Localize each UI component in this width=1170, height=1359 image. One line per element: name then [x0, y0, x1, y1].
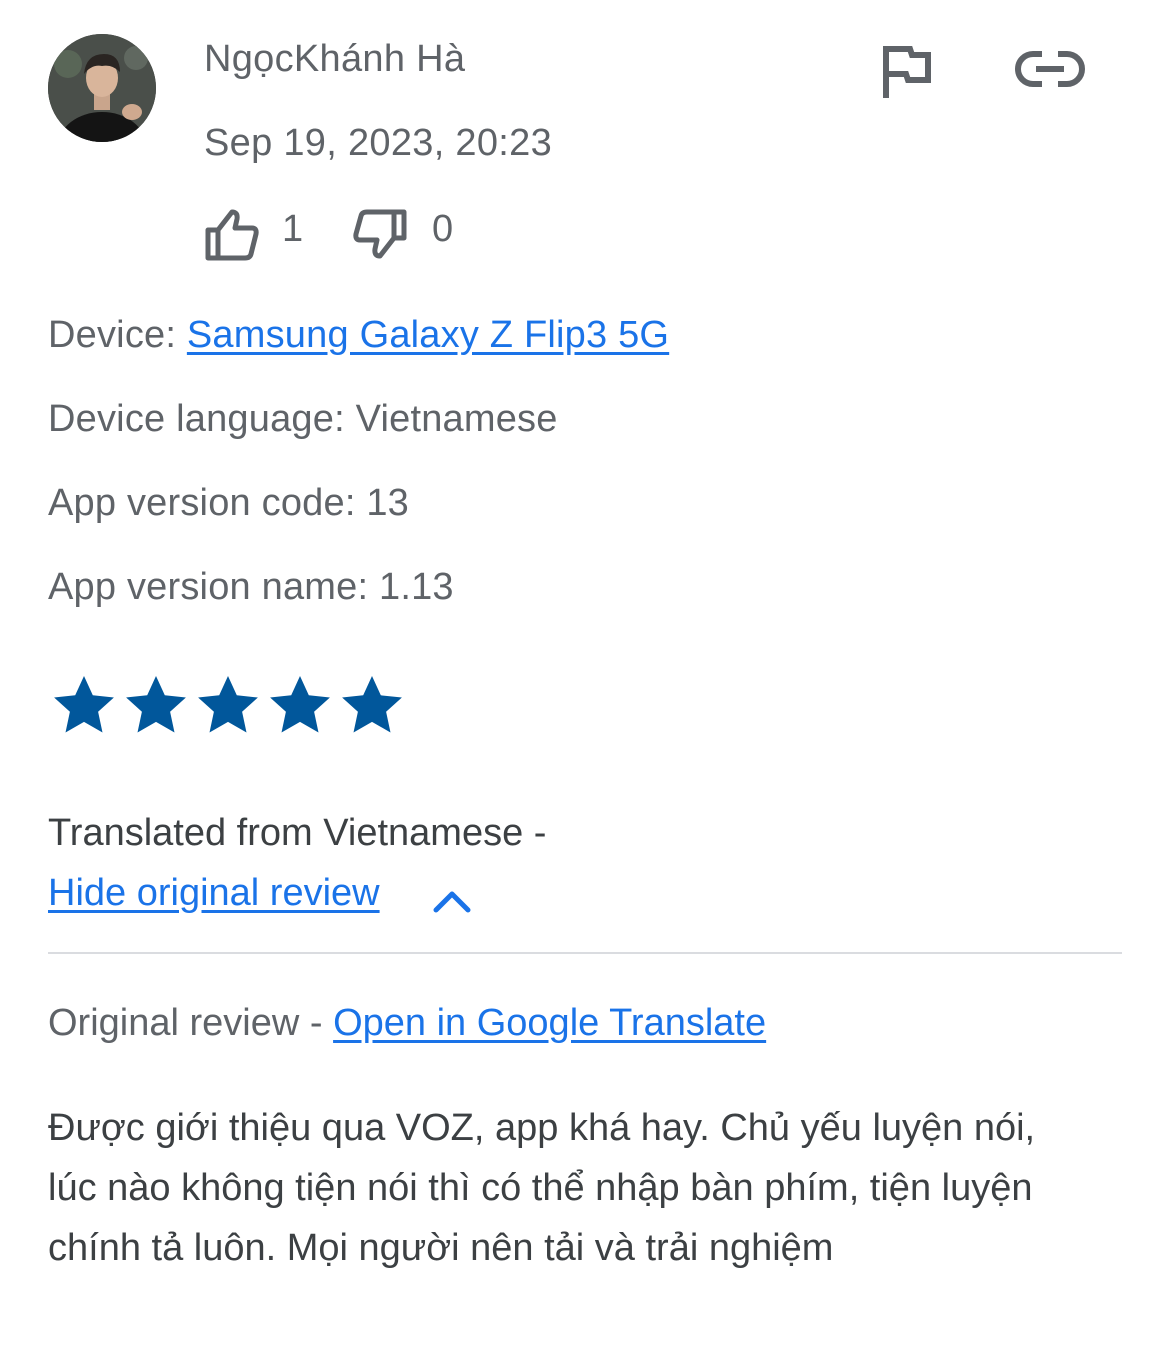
device-language: Device language: Vietnamese — [48, 398, 558, 440]
device-label: Device: — [48, 314, 187, 356]
divider — [48, 952, 1122, 954]
review-date: Sep 19, 2023, 20:23 — [204, 122, 552, 164]
thumbs-up-button[interactable]: 1 — [204, 202, 314, 262]
thumbs-down-button[interactable]: 0 — [352, 202, 472, 262]
original-review-label: Original review - — [48, 1002, 334, 1044]
star-icon — [342, 676, 402, 733]
hide-original-review-link[interactable]: Hide original review — [48, 872, 380, 915]
star-icon — [126, 676, 186, 733]
star-icon — [54, 676, 114, 733]
thumbs-down-icon — [353, 209, 407, 259]
flag-icon — [883, 46, 931, 98]
link-icon — [1015, 51, 1085, 87]
app-version-name: App version name: 1.13 — [48, 566, 454, 608]
author-name: NgọcKhánh Hà — [204, 38, 466, 80]
original-review-row: Original review - Open in Google Transla… — [48, 1002, 766, 1045]
copy-link-button[interactable] — [1014, 40, 1086, 100]
device-link[interactable]: Samsung Galaxy Z Flip3 5G — [187, 314, 669, 356]
star-icon — [198, 676, 258, 733]
avatar — [48, 34, 156, 142]
review-card: NgọcKhánh Hà Sep 19, 2023, 20:23 1 0 Dev… — [0, 0, 1170, 1359]
thumbs-up-icon — [205, 209, 259, 261]
translated-from-label: Translated from Vietnamese - — [48, 812, 547, 854]
report-button[interactable] — [878, 40, 938, 100]
thumbs-down-count: 0 — [432, 208, 454, 250]
app-version-code: App version code: 13 — [48, 482, 410, 524]
original-review-text: Được giới thiệu qua VOZ, app khá hay. Ch… — [48, 1107, 1036, 1269]
open-google-translate-link[interactable]: Open in Google Translate — [333, 1002, 766, 1044]
thumbs-up-count: 1 — [282, 208, 304, 250]
device-row: Device: Samsung Galaxy Z Flip3 5G — [48, 314, 669, 357]
chevron-up-icon[interactable] — [432, 880, 472, 920]
star-icon — [270, 676, 330, 733]
